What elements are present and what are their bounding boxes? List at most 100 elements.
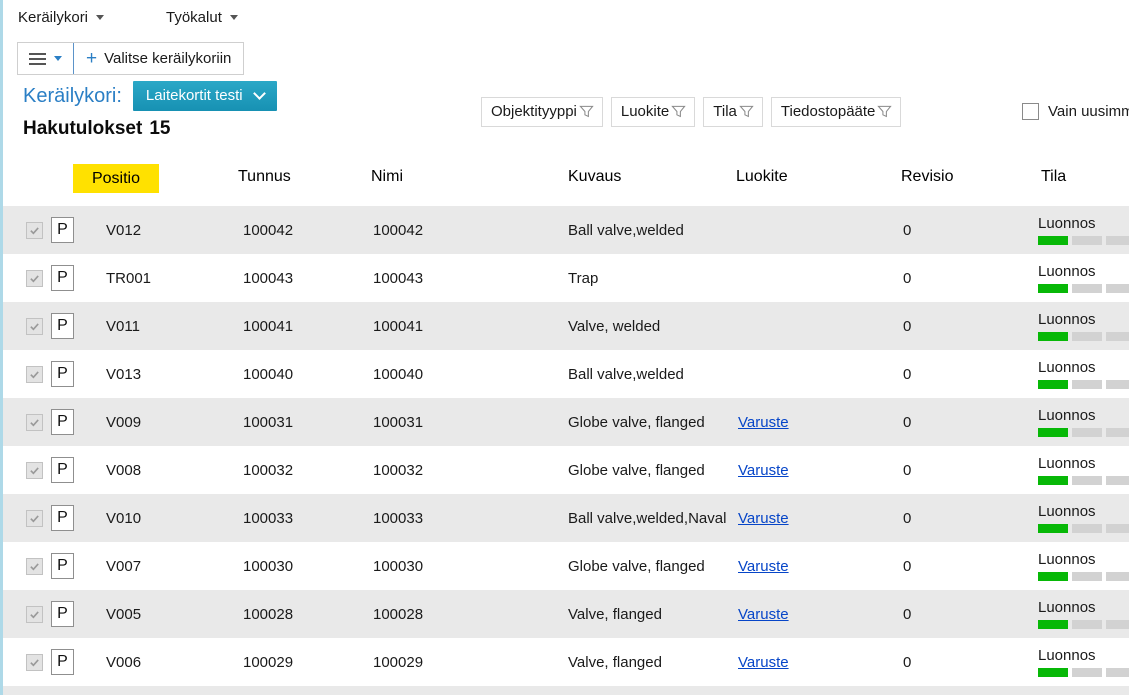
kuvaus-cell: Ball valve,welded <box>568 350 684 398</box>
p-document-icon[interactable]: P <box>51 505 74 531</box>
row-checkbox[interactable] <box>26 558 43 575</box>
kuvaus-cell: Globe valve, flanged <box>568 398 705 446</box>
positio-cell: V012 <box>106 206 141 254</box>
row-checkbox[interactable] <box>26 510 43 527</box>
tila-cell: Luonnos <box>1038 494 1129 542</box>
document-icon-cell: P <box>51 446 74 494</box>
row-checkbox[interactable] <box>26 414 43 431</box>
row-checkbox[interactable] <box>26 366 43 383</box>
positio-cell: V013 <box>106 350 141 398</box>
filter-funnel-icon <box>877 104 892 119</box>
luokite-link[interactable]: Varuste <box>738 590 789 638</box>
filter-objektityyppi-button[interactable]: Objektityyppi <box>481 97 603 127</box>
column-header-kuvaus[interactable]: Kuvaus <box>568 168 621 186</box>
progress-segment-filled <box>1038 380 1068 389</box>
progress-segment-empty <box>1072 332 1102 341</box>
filter-bar: Objektityyppi Luokite Tila Tiedostopääte <box>481 97 901 127</box>
progress-segment-filled <box>1038 284 1068 293</box>
column-header-tila[interactable]: Tila <box>1041 168 1066 186</box>
p-document-icon[interactable]: P <box>51 649 74 675</box>
tila-cell: Luonnos <box>1038 542 1129 590</box>
progress-segment-empty <box>1106 476 1129 485</box>
check-icon <box>29 465 40 476</box>
check-icon <box>29 609 40 620</box>
nimi-cell: 100029 <box>373 638 423 686</box>
filter-tila-button[interactable]: Tila <box>703 97 763 127</box>
basket-select-dropdown[interactable]: Laitekortit testi <box>133 81 277 111</box>
table-row[interactable]: P V008 100032 100032 Globe valve, flange… <box>3 446 1129 494</box>
nimi-cell: 100031 <box>373 398 423 446</box>
p-document-icon[interactable]: P <box>51 601 74 627</box>
luokite-link[interactable]: Varuste <box>738 542 789 590</box>
kuvaus-cell: Valve, flanged <box>568 590 662 638</box>
menu-tyokalut-label: Työkalut <box>166 9 222 26</box>
revisio-cell: 0 <box>903 494 911 542</box>
plus-icon: + <box>86 49 97 68</box>
tunnus-cell: 100033 <box>243 494 293 542</box>
kuvaus-cell: Ball valve,welded,Naval <box>568 494 726 542</box>
p-document-icon[interactable]: P <box>51 217 74 243</box>
row-checkbox[interactable] <box>26 462 43 479</box>
table-row[interactable]: P V011 100041 100041 Valve, welded 0 Luo… <box>3 302 1129 350</box>
add-to-basket-button[interactable]: + Valitse keräilykoriin <box>74 43 243 74</box>
row-checkbox[interactable] <box>26 222 43 239</box>
luokite-link[interactable]: Varuste <box>738 638 789 686</box>
menu-kerailykori[interactable]: Keräilykori <box>18 9 104 26</box>
tunnus-cell: 100028 <box>243 590 293 638</box>
status-label: Luonnos <box>1038 551 1096 568</box>
p-document-icon[interactable]: P <box>51 553 74 579</box>
revisio-cell: 0 <box>903 302 911 350</box>
p-document-icon[interactable]: P <box>51 361 74 387</box>
column-header-luokite[interactable]: Luokite <box>736 168 788 186</box>
column-header-positio[interactable]: Positio <box>73 164 159 193</box>
progress-segment-empty <box>1106 572 1129 581</box>
tila-cell: Luonnos <box>1038 446 1129 494</box>
nimi-cell: 100040 <box>373 350 423 398</box>
p-document-icon[interactable]: P <box>51 457 74 483</box>
p-document-icon[interactable]: P <box>51 313 74 339</box>
progress-segment-filled <box>1038 236 1068 245</box>
status-progress-bar <box>1038 476 1129 485</box>
filter-luokite-button[interactable]: Luokite <box>611 97 695 127</box>
chevron-down-icon <box>253 87 266 100</box>
app-window: Keräilykori Työkalut + Valitse keräilyko… <box>0 0 1129 695</box>
p-document-icon[interactable]: P <box>51 409 74 435</box>
filter-tiedostopaate-button[interactable]: Tiedostopääte <box>771 97 902 127</box>
positio-cell: V005 <box>106 590 141 638</box>
revisio-cell: 0 <box>903 206 911 254</box>
progress-segment-filled <box>1038 476 1068 485</box>
filter-funnel-icon <box>671 104 686 119</box>
progress-segment-empty <box>1106 668 1129 677</box>
column-header-tunnus[interactable]: Tunnus <box>238 168 291 186</box>
table-row[interactable]: P V010 100033 100033 Ball valve,welded,N… <box>3 494 1129 542</box>
luokite-link[interactable]: Varuste <box>738 398 789 446</box>
tila-cell: Luonnos <box>1038 206 1129 254</box>
status-progress-bar <box>1038 428 1129 437</box>
luokite-link[interactable]: Varuste <box>738 446 789 494</box>
menu-tyokalut[interactable]: Työkalut <box>166 9 238 26</box>
column-header-nimi[interactable]: Nimi <box>371 168 403 186</box>
progress-segment-empty <box>1072 236 1102 245</box>
check-icon <box>29 273 40 284</box>
p-document-icon[interactable]: P <box>51 265 74 291</box>
filter-label: Tiedostopääte <box>781 103 876 120</box>
column-header-revisio[interactable]: Revisio <box>901 168 953 186</box>
table-row[interactable]: P TR001 100043 100043 Trap 0 Luonnos <box>3 254 1129 302</box>
table-row[interactable]: P V013 100040 100040 Ball valve,welded 0… <box>3 350 1129 398</box>
basket-menu-button[interactable] <box>18 43 73 74</box>
table-row[interactable]: P V005 100028 100028 Valve, flanged Varu… <box>3 590 1129 638</box>
newest-only-checkbox[interactable] <box>1022 103 1039 120</box>
newest-only-option[interactable]: Vain uusimmat r <box>1022 103 1129 120</box>
revisio-cell: 0 <box>903 254 911 302</box>
progress-segment-filled <box>1038 620 1068 629</box>
table-row[interactable]: P V006 100029 100029 Valve, flanged Varu… <box>3 638 1129 686</box>
row-select-cell <box>26 542 43 590</box>
row-checkbox[interactable] <box>26 270 43 287</box>
table-row[interactable]: P V009 100031 100031 Globe valve, flange… <box>3 398 1129 446</box>
table-row[interactable]: P V007 100030 100030 Globe valve, flange… <box>3 542 1129 590</box>
luokite-link[interactable]: Varuste <box>738 494 789 542</box>
row-checkbox[interactable] <box>26 654 43 671</box>
table-row[interactable]: P V012 100042 100042 Ball valve,welded 0… <box>3 206 1129 254</box>
row-checkbox[interactable] <box>26 318 43 335</box>
row-checkbox[interactable] <box>26 606 43 623</box>
